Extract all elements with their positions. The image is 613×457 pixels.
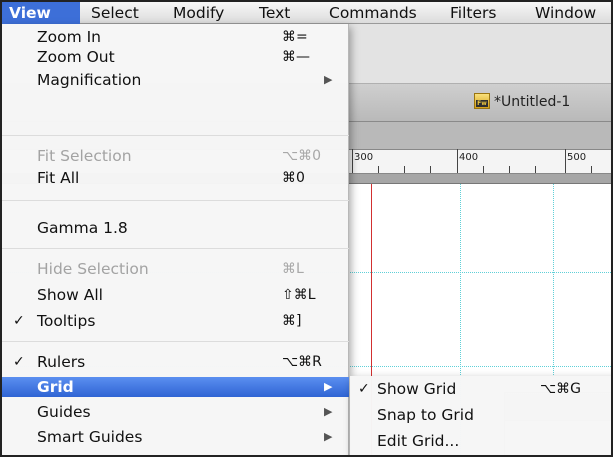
- submenu-arrow-icon: ▶: [324, 430, 333, 443]
- menu-item-label: Show All: [37, 286, 103, 304]
- menu-item-label: Zoom In: [37, 28, 102, 46]
- menu-item-zoom-in[interactable]: Zoom In ⌘=: [2, 27, 349, 47]
- menu-item-smart-guides[interactable]: Smart Guides ▶: [2, 427, 349, 447]
- ruler-minor-tick: [483, 166, 484, 173]
- screenshot-frame: View Select Modify Text Commands Filters…: [0, 0, 613, 457]
- menu-item-fit-all[interactable]: Fit All ⌘0: [2, 168, 349, 188]
- menu-item-rulers[interactable]: ✓ Rulers ⌥⌘R: [2, 352, 349, 372]
- fireworks-file-icon: Fw: [474, 93, 490, 109]
- menu-item-label: Edit Grid...: [377, 432, 460, 450]
- menu-item-shortcut: ⌘0: [282, 170, 305, 186]
- ruler-label: 300: [354, 152, 374, 163]
- menu-item-shortcut: ⌥⌘R: [282, 354, 322, 370]
- document-tab[interactable]: Fw *Untitled-1: [474, 92, 570, 112]
- menu-item-hide-selection[interactable]: Hide Selection ⌘L: [2, 259, 349, 279]
- menu-commands[interactable]: Commands: [322, 2, 417, 24]
- menu-item-label: Guides: [37, 403, 91, 421]
- menu-item-label: Tooltips: [37, 312, 96, 330]
- menu-separator: [2, 200, 349, 201]
- menu-item-label: Rulers: [37, 353, 86, 371]
- ruler-minor-tick: [535, 166, 536, 173]
- submenu-arrow-icon: ▶: [324, 380, 333, 393]
- menu-item-shortcut: ⌘]: [282, 313, 302, 329]
- menu-item-shortcut: ⌘=: [282, 29, 308, 45]
- menu-item-magnification[interactable]: Magnification ▶: [2, 70, 349, 90]
- menu-filters[interactable]: Filters: [443, 2, 496, 24]
- menu-item-label: Smart Guides: [37, 428, 143, 446]
- menu-item-label: Grid: [37, 378, 74, 396]
- ruler-minor-tick: [430, 166, 431, 173]
- submenu-arrow-icon: ▶: [324, 73, 333, 86]
- menu-item-guides[interactable]: Guides ▶: [2, 402, 349, 422]
- menu-item-shortcut: ⌥⌘G: [540, 381, 581, 397]
- menu-item-shortcut: ⌘—: [282, 49, 310, 65]
- ruler-minor-tick: [404, 166, 405, 173]
- ruler-label: 500: [567, 152, 587, 163]
- ruler-label: 400: [459, 152, 479, 163]
- checkmark-icon: ✓: [358, 381, 370, 397]
- ruler-minor-tick: [509, 166, 510, 173]
- menu-separator: [2, 135, 349, 136]
- checkmark-icon: ✓: [13, 354, 25, 370]
- menu-modify[interactable]: Modify: [166, 2, 224, 24]
- ruler-minor-tick: [591, 166, 592, 173]
- menu-item-show-all[interactable]: Show All ⇧⌘L: [2, 285, 349, 305]
- menu-bar: View Select Modify Text Commands Filters…: [2, 2, 611, 24]
- menu-item-show-grid[interactable]: ✓ Show Grid ⌥⌘G: [350, 379, 611, 399]
- menu-separator: [2, 341, 349, 342]
- menu-item-snap-to-grid[interactable]: Snap to Grid: [350, 405, 611, 425]
- menu-view[interactable]: View: [2, 2, 80, 24]
- menu-select[interactable]: Select: [84, 2, 139, 24]
- menu-item-gamma[interactable]: Gamma 1.8: [2, 218, 349, 238]
- menu-item-label: Hide Selection: [37, 260, 149, 278]
- menu-item-label: Gamma 1.8: [37, 219, 128, 237]
- menu-item-shortcut: ⌘L: [282, 261, 304, 277]
- ruler-minor-tick: [378, 166, 379, 173]
- menu-item-label: Magnification: [37, 71, 142, 89]
- document-tab-title: *Untitled-1: [494, 94, 571, 110]
- grid-submenu: ✓ Show Grid ⌥⌘G Snap to Grid Edit Grid..…: [350, 376, 611, 455]
- menu-item-shortcut: ⇧⌘L: [282, 287, 316, 303]
- menu-item-label: Fit Selection: [37, 147, 132, 165]
- checkmark-icon: ✓: [13, 313, 25, 329]
- menu-item-label: Fit All: [37, 169, 80, 187]
- menu-item-tooltips[interactable]: ✓ Tooltips ⌘]: [2, 311, 349, 331]
- menu-item-shortcut: ⌥⌘0: [282, 148, 322, 164]
- menu-separator: [2, 248, 349, 249]
- menu-item-fit-selection[interactable]: Fit Selection ⌥⌘0: [2, 146, 349, 166]
- menu-item-label: Zoom Out: [37, 48, 115, 66]
- menu-item-grid[interactable]: Grid ▶: [2, 377, 349, 397]
- menu-item-zoom-out[interactable]: Zoom Out ⌘—: [2, 47, 349, 67]
- menu-item-label: Snap to Grid: [377, 406, 474, 424]
- menu-item-edit-grid[interactable]: Edit Grid...: [350, 431, 611, 451]
- submenu-arrow-icon: ▶: [324, 405, 333, 418]
- menu-item-label: Show Grid: [377, 380, 457, 398]
- menu-text[interactable]: Text: [252, 2, 290, 24]
- menu-window[interactable]: Window: [528, 2, 596, 24]
- view-menu: Zoom In ⌘= Zoom Out ⌘— Magnification ▶ F…: [2, 24, 349, 455]
